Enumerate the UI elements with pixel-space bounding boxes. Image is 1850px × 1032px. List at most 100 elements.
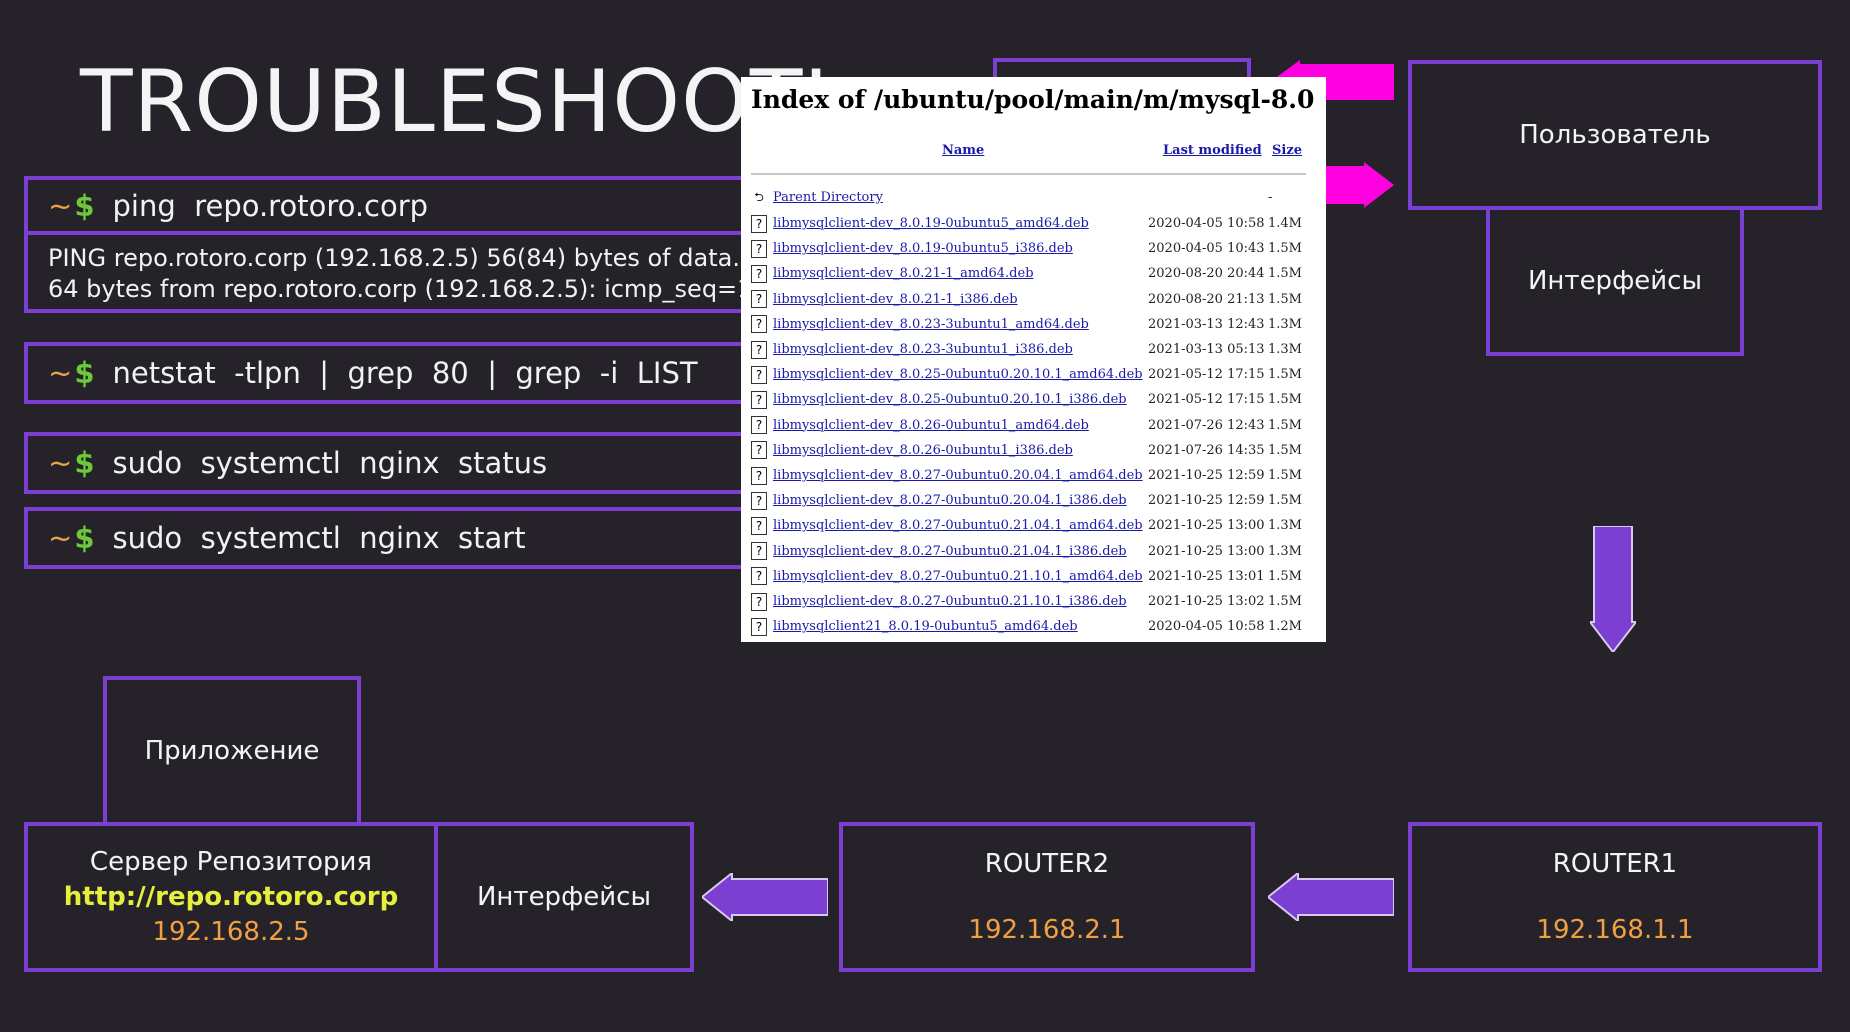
file-row[interactable]: ? libmysqlclient-dev_8.0.27-0ubuntu0.21.0…	[751, 539, 1306, 564]
file-link[interactable]: libmysqlclient-dev_8.0.21-1_amd64.deb	[773, 266, 1148, 281]
file-size: 1.5M	[1268, 367, 1302, 383]
file-row[interactable]: ? libmysqlclient-dev_8.0.23-3ubuntu1_i386…	[751, 337, 1306, 362]
file-link[interactable]: libmysqlclient-dev_8.0.27-0ubuntu0.21.10…	[773, 569, 1148, 584]
file-size: 1.4M	[1268, 216, 1302, 231]
column-header-name[interactable]: Name	[942, 143, 984, 158]
status-command: sudo systemctl nginx status	[112, 446, 548, 480]
file-date: 2021-10-25 13:00	[1148, 543, 1265, 559]
file-date: 2021-03-13 12:43	[1148, 316, 1265, 332]
repo-server-node: Сервер Репозитория http://repo.rotoro.co…	[24, 822, 438, 972]
file-link[interactable]: libmysqlclient-dev_8.0.27-0ubuntu0.21.04…	[773, 518, 1148, 533]
file-row[interactable]: ? libmysqlclient-dev_8.0.21-1_i386.deb 202…	[751, 287, 1306, 312]
file-row[interactable]: ? libmysqlclient-dev_8.0.27-0ubuntu0.21.0…	[751, 513, 1306, 538]
prompt-dollar: $	[74, 356, 95, 390]
file-row[interactable]: ? libmysqlclient-dev_8.0.26-0ubuntu1_amd6…	[751, 413, 1306, 438]
file-link[interactable]: libmysqlclient-dev_8.0.27-0ubuntu0.21.10…	[773, 594, 1148, 609]
unknown-file-icon: ?	[751, 617, 767, 636]
header-divider	[751, 173, 1306, 175]
file-row[interactable]: ? libmysqlclient-dev_8.0.26-0ubuntu1_i386…	[751, 438, 1306, 463]
file-link[interactable]: libmysqlclient-dev_8.0.23-3ubuntu1_i386.…	[773, 342, 1148, 357]
file-row[interactable]: ? libmysqlclient-dev_8.0.23-3ubuntu1_amd6…	[751, 312, 1306, 337]
file-row[interactable]: ? libmysqlclient-dev_8.0.21-1_amd64.deb 20…	[751, 261, 1306, 286]
file-row[interactable]: ? libmysqlclient-dev_8.0.25-0ubuntu0.20.1…	[751, 387, 1306, 412]
file-size: 1.5M	[1268, 291, 1302, 307]
file-size: 1.5M	[1268, 493, 1302, 509]
file-link[interactable]: libmysqlclient-dev_8.0.25-0ubuntu0.20.10…	[773, 367, 1148, 382]
file-size: 1.5M	[1268, 594, 1302, 609]
unknown-file-icon: ?	[751, 214, 767, 233]
file-size: 1.5M	[1268, 392, 1302, 408]
file-row[interactable]: ? libmysqlclient-dev_8.0.25-0ubuntu0.20.1…	[751, 362, 1306, 387]
file-link[interactable]: libmysqlclient-dev_8.0.27-0ubuntu0.21.04…	[773, 544, 1148, 559]
repo-server-label: Сервер Репозитория	[89, 846, 373, 877]
file-date: 2021-10-25 13:01	[1148, 568, 1265, 584]
router2-node: ROUTER2 192.168.2.1	[839, 822, 1255, 972]
file-size: 1.5M	[1268, 266, 1302, 282]
start-command: sudo systemctl nginx start	[112, 521, 526, 555]
file-link[interactable]: libmysqlclient-dev_8.0.19-0ubuntu5_i386.…	[773, 241, 1148, 256]
file-row[interactable]: ? libmysqlclient-dev_8.0.19-0ubuntu5_i386…	[751, 236, 1306, 261]
arrow-left-to-interfaces	[702, 873, 828, 921]
file-size: 1.3M	[1268, 518, 1302, 534]
back-arrow-icon: ⮌	[751, 188, 767, 207]
file-size: -	[1268, 190, 1273, 205]
file-date: 2021-10-25 13:02	[1148, 594, 1265, 609]
router1-ip: 192.168.1.1	[1536, 915, 1694, 945]
parent-directory-link[interactable]: Parent Directory	[773, 190, 1148, 205]
file-date: 2021-03-13 05:13	[1148, 342, 1265, 357]
user-label: Пользователь	[1519, 120, 1711, 150]
unknown-file-icon: ?	[751, 466, 767, 485]
file-date: 2021-07-26 14:35	[1148, 442, 1265, 458]
file-size: 1.3M	[1268, 342, 1302, 357]
file-size: 1.5M	[1268, 468, 1302, 483]
file-size: 1.5M	[1268, 568, 1302, 584]
column-header-modified[interactable]: Last modified	[1163, 143, 1262, 158]
ping-output-line: PING repo.rotoro.corp (192.168.2.5) 56(8…	[48, 244, 740, 272]
file-link[interactable]: libmysqlclient-dev_8.0.26-0ubuntu1_amd64…	[773, 418, 1148, 433]
unknown-file-icon: ?	[751, 592, 767, 611]
file-link[interactable]: libmysqlclient-dev_8.0.26-0ubuntu1_i386.…	[773, 443, 1148, 458]
file-link[interactable]: libmysqlclient-dev_8.0.23-3ubuntu1_amd64…	[773, 317, 1148, 332]
router1-node: ROUTER1 192.168.1.1	[1408, 822, 1822, 972]
slide-title: TROUBLESHOOTI	[80, 52, 830, 152]
arrow-left-to-router2	[1268, 873, 1394, 921]
file-link[interactable]: libmysqlclient-dev_8.0.21-1_i386.deb	[773, 292, 1148, 307]
unknown-file-icon: ?	[751, 239, 767, 258]
file-size: 1.5M	[1268, 442, 1302, 458]
unknown-file-icon: ?	[751, 416, 767, 435]
file-link[interactable]: libmysqlclient-dev_8.0.25-0ubuntu0.20.10…	[773, 392, 1148, 407]
file-date: 2021-07-26 12:43	[1148, 417, 1265, 433]
router2-label: ROUTER2	[984, 849, 1110, 879]
netstat-command: netstat -tlpn | grep 80 | grep -i LIST	[112, 356, 698, 390]
file-date: 2021-10-25 13:00	[1148, 518, 1265, 534]
file-row[interactable]: ? libmysqlclient-dev_8.0.27-0ubuntu0.20.0…	[751, 463, 1306, 488]
file-link[interactable]: libmysqlclient-dev_8.0.27-0ubuntu0.20.04…	[773, 493, 1148, 508]
file-size: 1.3M	[1268, 316, 1302, 332]
file-link[interactable]: libmysqlclient-dev_8.0.27-0ubuntu0.20.04…	[773, 468, 1148, 483]
unknown-file-icon: ?	[751, 365, 767, 384]
interfaces-bottom-label: Интерфейсы	[476, 882, 652, 912]
prompt-tilde: ~	[48, 521, 73, 555]
file-row[interactable]: ? libmysqlclient-dev_8.0.27-0ubuntu0.21.1…	[751, 564, 1306, 589]
ping-command-box: ~ $ ping repo.rotoro.corp	[24, 176, 784, 235]
interfaces-bottom-node: Интерфейсы	[434, 822, 694, 972]
unknown-file-icon: ?	[751, 264, 767, 283]
start-command-box: ~ $ sudo systemctl nginx start	[24, 507, 784, 569]
parent-directory-row[interactable]: ⮌ Parent Directory -	[751, 185, 1306, 210]
router1-label: ROUTER1	[1552, 849, 1678, 879]
file-link[interactable]: libmysqlclient-dev_8.0.19-0ubuntu5_amd64…	[773, 216, 1148, 231]
prompt-dollar: $	[74, 188, 95, 223]
prompt-dollar: $	[74, 446, 95, 480]
file-row[interactable]: ? libmysqlclient21_8.0.19-0ubuntu5_amd64.…	[751, 614, 1306, 639]
unknown-file-icon: ?	[751, 290, 767, 309]
column-header-size[interactable]: Size	[1272, 143, 1302, 158]
prompt-tilde: ~	[48, 446, 73, 480]
netstat-command-box: ~ $ netstat -tlpn | grep 80 | grep -i LIST	[24, 342, 784, 404]
file-row[interactable]: ? libmysqlclient-dev_8.0.19-0ubuntu5_amd6…	[751, 211, 1306, 236]
file-date: 2021-10-25 12:59	[1148, 493, 1265, 509]
file-row[interactable]: ? libmysqlclient-dev_8.0.27-0ubuntu0.20.0…	[751, 488, 1306, 513]
file-link[interactable]: libmysqlclient21_8.0.19-0ubuntu5_amd64.d…	[773, 619, 1148, 634]
repo-ip: 192.168.2.5	[152, 916, 310, 947]
file-row[interactable]: ? libmysqlclient-dev_8.0.27-0ubuntu0.21.1…	[751, 589, 1306, 614]
ping-output-box: PING repo.rotoro.corp (192.168.2.5) 56(8…	[24, 231, 784, 313]
